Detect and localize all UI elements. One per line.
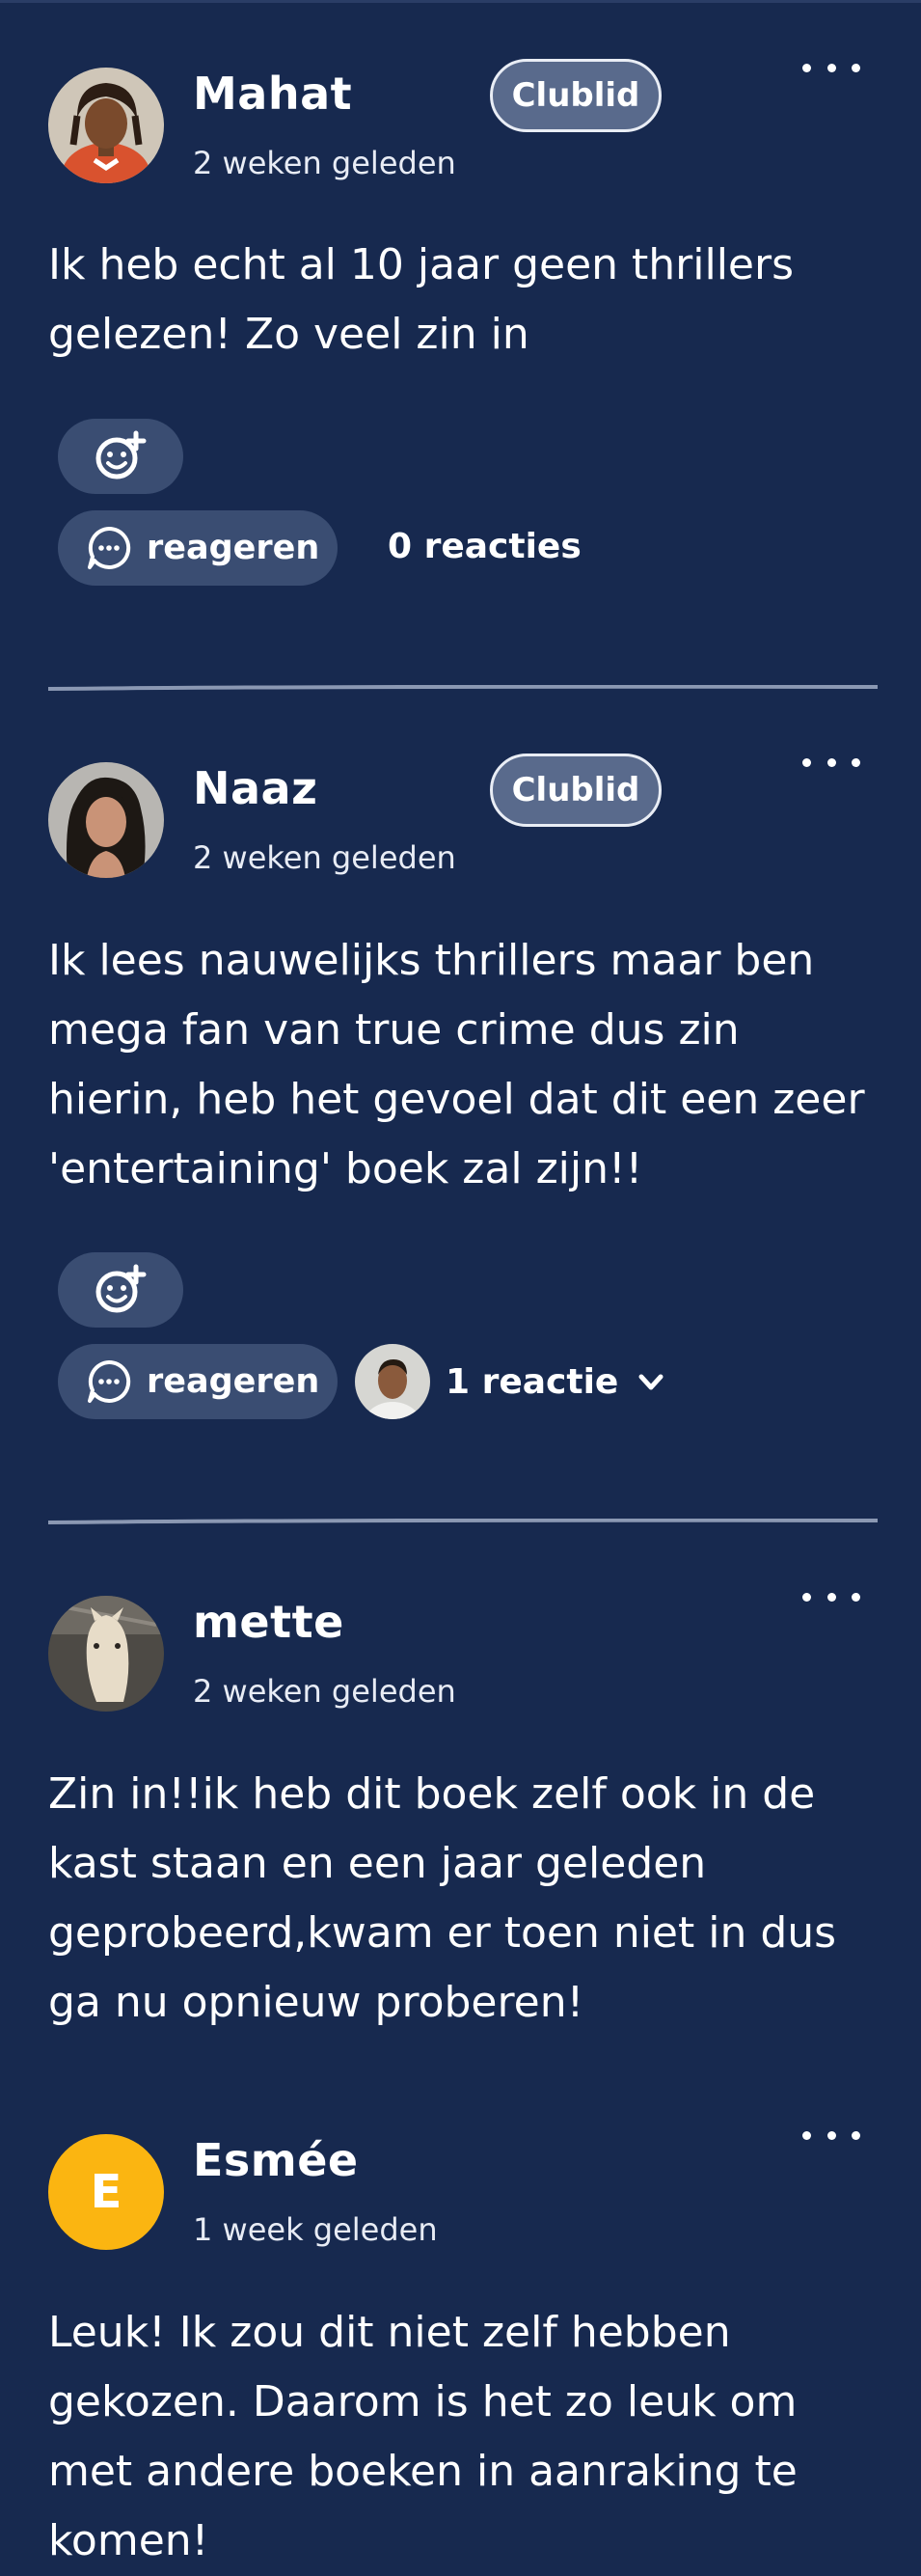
more-options-icon[interactable] (802, 2125, 860, 2145)
more-options-icon[interactable] (802, 1587, 860, 1606)
avatar-esmee[interactable]: E (48, 2134, 164, 2250)
add-reaction-button[interactable] (58, 1252, 183, 1328)
emoji-add-icon (95, 430, 147, 480)
author-name[interactable]: mette (193, 1596, 344, 1648)
divider (48, 1519, 878, 1524)
clublid-badge: Clublid (490, 59, 662, 132)
add-reaction-button[interactable] (58, 419, 183, 494)
top-divider (0, 0, 921, 3)
comment-timestamp: 2 weken geleden (193, 839, 456, 876)
comment-text: Leuk! Ik zou dit niet zelf hebben gekoze… (48, 2308, 798, 2565)
avatar-mahat[interactable] (48, 68, 164, 183)
chat-bubble-icon (88, 1359, 131, 1403)
comment-timestamp: 1 week geleden (193, 2211, 438, 2248)
comment-text: Ik heb echt al 10 jaar geen thrillers ge… (48, 240, 795, 359)
clublid-badge: Clublid (490, 754, 662, 827)
comment-timestamp: 2 weken geleden (193, 145, 456, 181)
comment-timestamp: 2 weken geleden (193, 1673, 456, 1710)
avatar-mette[interactable] (48, 1596, 164, 1712)
author-name[interactable]: Esmée (193, 2134, 359, 2186)
reply-label: reageren (147, 529, 320, 567)
comment-text: Zin in!!ik heb dit boek zelf ook in de k… (48, 1769, 837, 2027)
author-name[interactable]: Mahat (193, 68, 352, 120)
divider (48, 685, 878, 691)
reply-button[interactable]: reageren (58, 1344, 338, 1419)
emoji-add-icon (95, 1264, 147, 1313)
author-name[interactable]: Naaz (193, 762, 317, 814)
replier-avatar[interactable] (355, 1344, 430, 1419)
chevron-down-icon (638, 1374, 664, 1389)
reply-label: reageren (147, 1362, 320, 1401)
comment-text: Ik lees nauwelijks thrillers maar ben me… (48, 936, 865, 1193)
more-options-icon[interactable] (802, 58, 860, 77)
reactions-count: 0 reacties (388, 527, 582, 566)
chat-bubble-icon (88, 526, 131, 569)
reactions-count[interactable]: 1 reactie (446, 1362, 668, 1402)
reactions-count-label: 1 reactie (446, 1362, 619, 1402)
more-options-icon[interactable] (802, 753, 860, 772)
avatar-naaz[interactable] (48, 762, 164, 878)
reply-button[interactable]: reageren (58, 510, 338, 586)
